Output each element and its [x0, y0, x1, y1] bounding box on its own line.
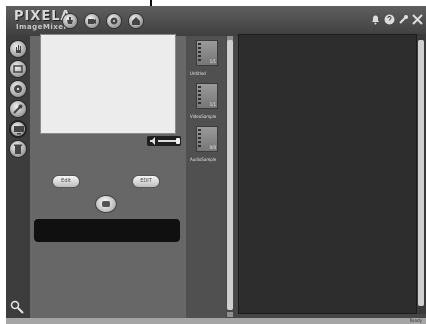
disc-icon: [110, 17, 118, 25]
help-button[interactable]: [384, 14, 395, 25]
alert-button[interactable]: [370, 14, 381, 25]
video-icon: [13, 65, 23, 73]
tool-icon: [399, 15, 408, 24]
hand-icon: [16, 45, 21, 53]
media-list: [186, 36, 226, 318]
camera-button[interactable]: [84, 13, 100, 29]
right-edit-button[interactable]: EDIT: [132, 175, 160, 188]
sidebar-button-tools[interactable]: [9, 100, 27, 118]
import-button[interactable]: [62, 13, 78, 29]
record-button[interactable]: [95, 195, 117, 213]
media-item[interactable]: 1/1: [196, 40, 218, 66]
trash-icon: [14, 144, 22, 154]
left-sidebar: [6, 36, 31, 318]
close-button[interactable]: [412, 14, 423, 25]
import-icon: [67, 17, 73, 24]
media-item-label: Untitled: [190, 71, 206, 76]
media-item-label: VideoSample: [190, 114, 217, 119]
timeline-area[interactable]: [238, 34, 417, 314]
display-bar: [34, 219, 180, 242]
scroll-down-arrow[interactable]: [227, 312, 233, 317]
record-icon: [102, 201, 110, 207]
media-item-label: AudioSample: [190, 157, 217, 162]
sidebar-button-monitor[interactable]: [9, 120, 27, 138]
film-icon: [198, 86, 201, 106]
close-icon: [412, 14, 423, 25]
camera-icon: [88, 19, 96, 24]
media-item[interactable]: 1/1: [196, 83, 218, 109]
sidebar-button-trash[interactable]: [9, 140, 27, 158]
zoom-tool-button[interactable]: [10, 299, 24, 314]
magnifier-icon: [10, 300, 24, 314]
slider-track: [158, 140, 178, 142]
timeline-scroll-thumb[interactable]: [418, 40, 424, 306]
home-icon: [132, 17, 140, 25]
film-icon: [198, 43, 201, 63]
app-logo-subtitle: ImageMixer: [16, 23, 68, 31]
preview-slider[interactable]: [147, 136, 181, 146]
media-item-count: 1/1: [209, 102, 216, 107]
disc-icon: [14, 85, 22, 93]
bell-icon: [372, 15, 379, 25]
status-bar: [6, 318, 426, 324]
home-button[interactable]: [128, 13, 144, 29]
slider-thumb[interactable]: [176, 138, 180, 144]
sidebar-button-hand[interactable]: [9, 40, 27, 58]
top-toolbar: PIXELA ImageMixer: [6, 6, 426, 37]
scroll-thumb[interactable]: [227, 40, 233, 310]
media-item-count: 1/1: [209, 59, 216, 64]
speaker-icon: [150, 137, 155, 145]
help-icon: [384, 14, 395, 25]
sidebar-button-video[interactable]: [9, 60, 27, 78]
media-item[interactable]: 0/0: [196, 126, 218, 152]
sidebar-button-disc[interactable]: [9, 80, 27, 98]
media-item-count: 0/0: [209, 145, 216, 150]
film-icon: [198, 129, 201, 149]
status-text: Ready: [409, 318, 422, 323]
monitor-icon: [14, 126, 24, 135]
wrench-icon: [13, 104, 23, 114]
left-edit-button[interactable]: Edit: [52, 175, 80, 188]
preview-window[interactable]: [40, 34, 176, 134]
disc-button[interactable]: [106, 13, 122, 29]
settings-button[interactable]: [398, 14, 409, 25]
